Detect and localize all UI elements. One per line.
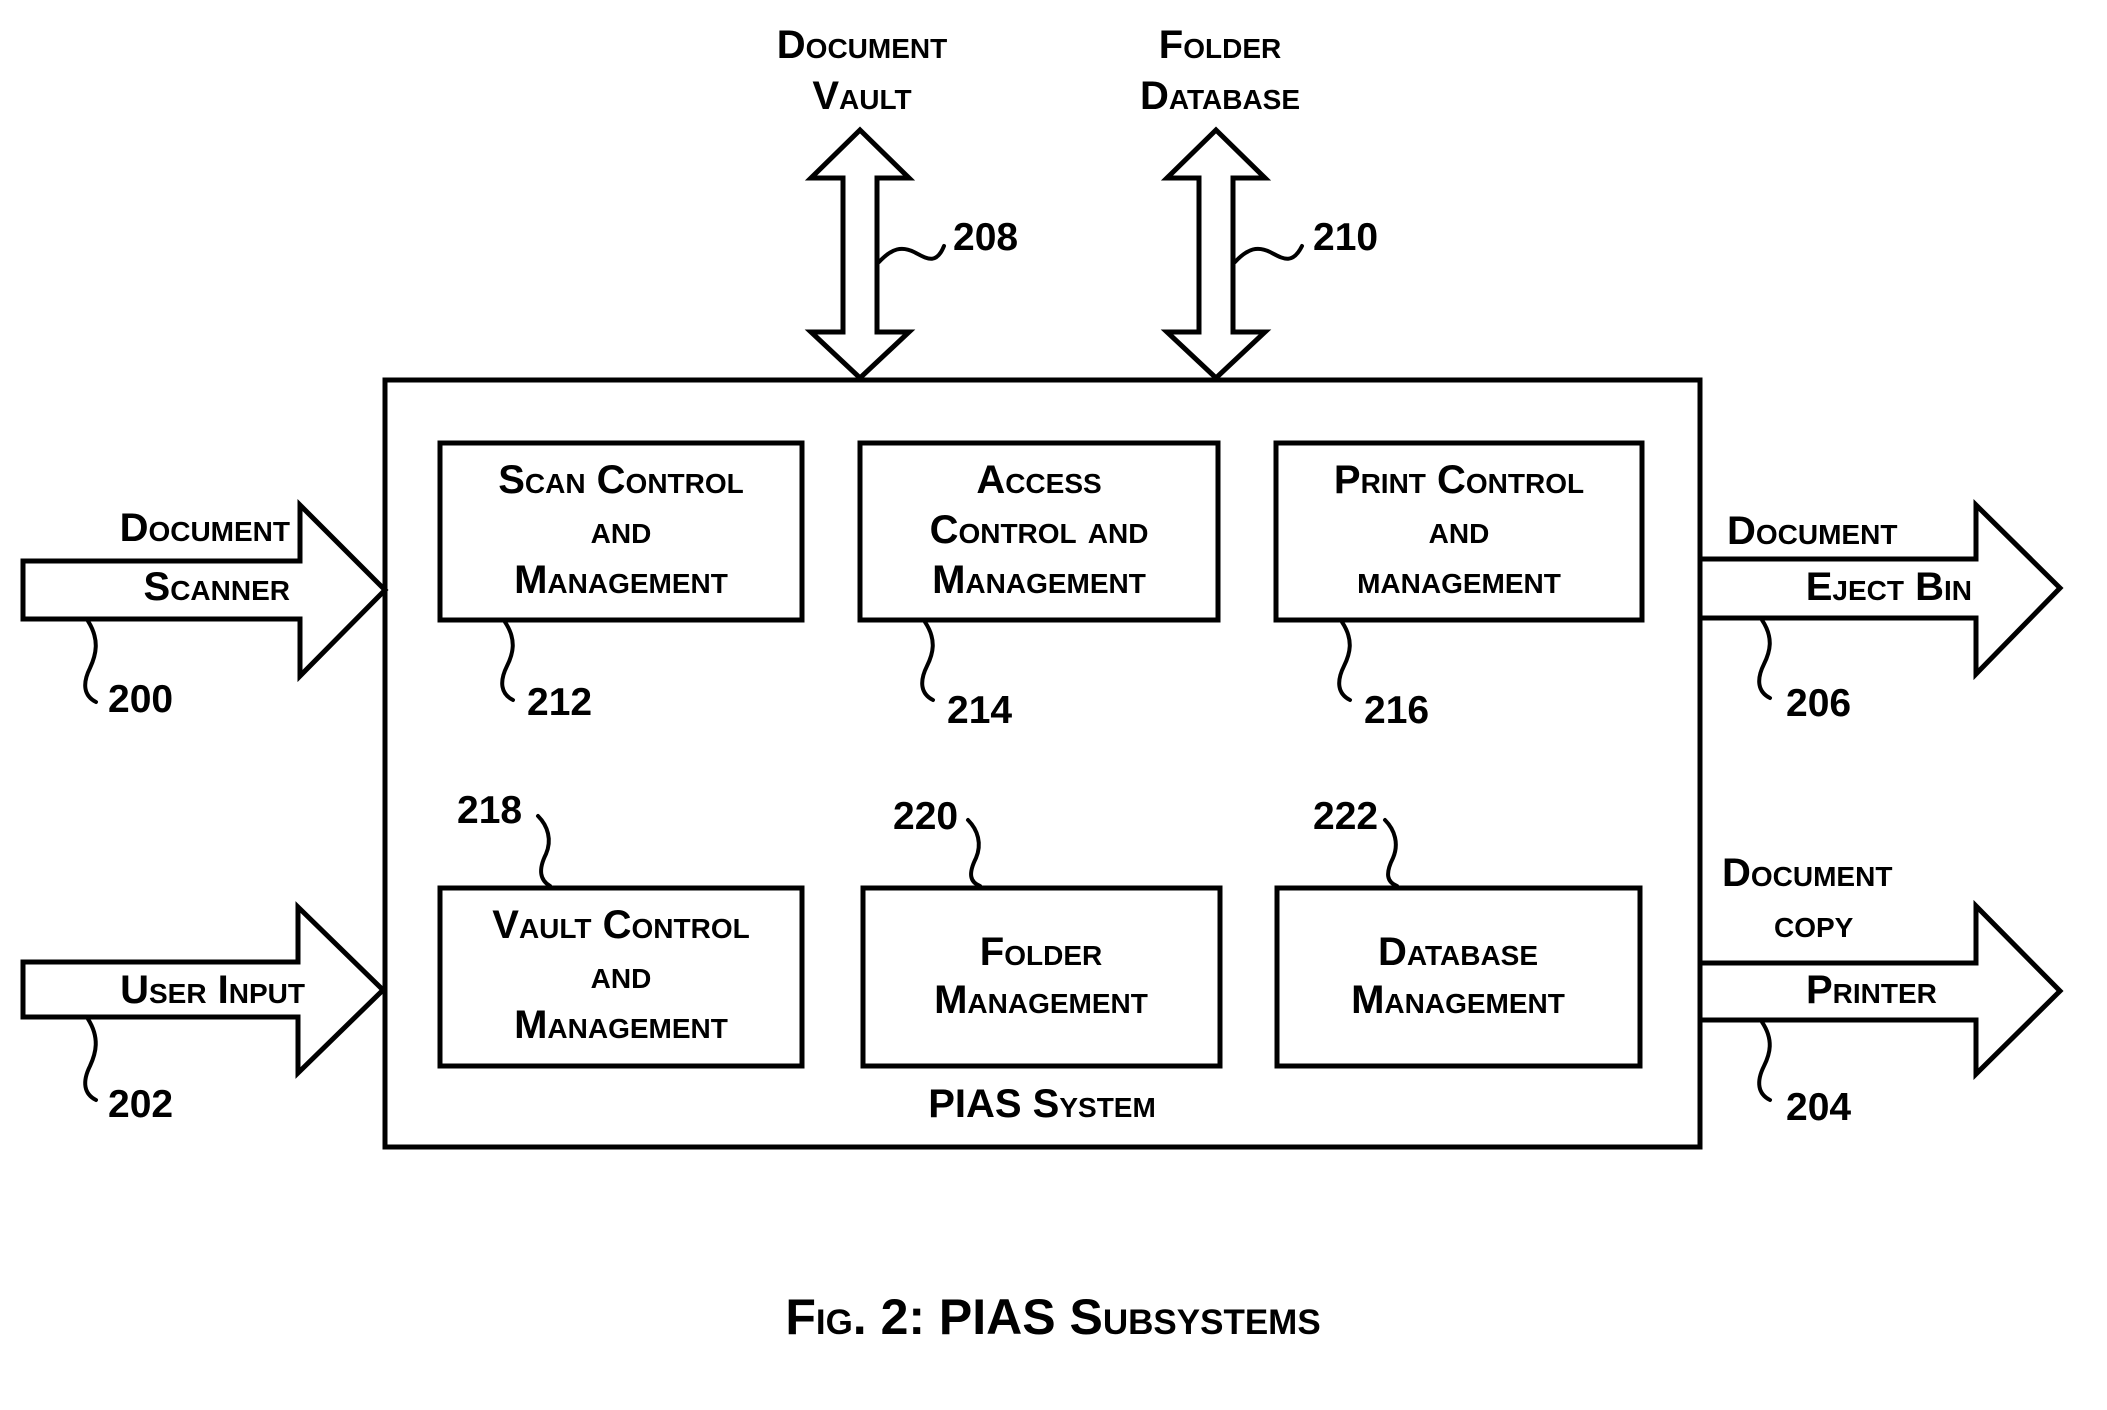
document-eject-bin-label-line1: Document	[1727, 509, 1897, 553]
subsystem-access-line2: Control and	[930, 508, 1149, 552]
ref-number-222: 222	[1313, 795, 1378, 838]
document-vault-label-line2: Vault	[812, 74, 911, 118]
subsystem-scan-line3: Management	[514, 558, 728, 602]
subsystem-database-line1: Database	[1378, 930, 1538, 974]
document-copy-printer-label-line1: Document	[1722, 851, 1892, 895]
ref-number-200: 200	[108, 678, 173, 721]
subsystem-vault-line2: and	[591, 953, 652, 997]
document-copy-printer-label-line3: Printer	[1806, 968, 1937, 1012]
subsystem-scan-line2: and	[591, 508, 652, 552]
subsystem-database-line2: Management	[1351, 978, 1565, 1022]
document-copy-printer-label-line2: copy	[1774, 902, 1854, 946]
subsystem-print-line3: management	[1357, 558, 1561, 602]
document-vault-arrow: Document Vault 208	[777, 23, 1018, 382]
folder-database-arrow: Folder Database 210	[1140, 23, 1378, 382]
ref-number-204: 204	[1786, 1086, 1851, 1129]
document-eject-bin-label-line2: Eject Bin	[1806, 565, 1972, 609]
folder-database-label-line1: Folder	[1159, 23, 1281, 67]
subsystem-folder-line2: Management	[934, 978, 1148, 1022]
ref-leader-200	[83, 619, 98, 704]
ref-number-208: 208	[953, 216, 1018, 259]
ref-leader-204	[1757, 1020, 1772, 1102]
pias-system-label: PIAS System	[928, 1082, 1156, 1126]
document-vault-label-line1: Document	[777, 23, 947, 67]
ref-leader-202	[83, 1017, 98, 1102]
subsystem-print-line2: and	[1429, 508, 1490, 552]
ref-number-214: 214	[947, 689, 1012, 732]
ref-leader-206	[1757, 618, 1772, 700]
figure-caption: Fig. 2: PIAS Subsystems	[785, 1289, 1320, 1345]
document-eject-bin-arrow: Document Eject Bin 206	[1697, 499, 2064, 725]
ref-leader-210	[1233, 244, 1304, 264]
ref-number-206: 206	[1786, 682, 1851, 725]
folder-database-label-line2: Database	[1140, 74, 1300, 118]
ref-number-220: 220	[893, 795, 958, 838]
subsystem-scan-line1: Scan Control	[498, 458, 744, 502]
ref-number-210: 210	[1313, 216, 1378, 259]
subsystem-vault-line3: Management	[514, 1003, 728, 1047]
ref-number-216: 216	[1364, 689, 1429, 732]
ref-number-202: 202	[108, 1083, 173, 1126]
ref-number-212: 212	[527, 681, 592, 724]
document-scanner-label-line1: Document	[120, 506, 290, 550]
subsystem-vault-line1: Vault Control	[492, 903, 749, 947]
subsystem-print-line1: Print Control	[1334, 458, 1584, 502]
subsystem-access-line1: Access	[976, 458, 1101, 502]
document-copy-printer-arrow: Document copy Printer 204	[1697, 851, 2064, 1129]
user-input-arrow: User Input 202	[20, 901, 387, 1126]
subsystem-folder-line1: Folder	[980, 930, 1102, 974]
subsystem-access-line3: Management	[932, 558, 1146, 602]
document-scanner-label-line2: Scanner	[144, 565, 290, 609]
ref-number-218: 218	[457, 789, 522, 832]
ref-leader-208	[877, 244, 946, 264]
user-input-label: User Input	[120, 968, 305, 1012]
document-scanner-arrow: Document Scanner 200	[20, 498, 389, 721]
pias-subsystems-diagram: PIAS System Document Vault 208 Folder Da…	[20, 23, 2064, 1345]
